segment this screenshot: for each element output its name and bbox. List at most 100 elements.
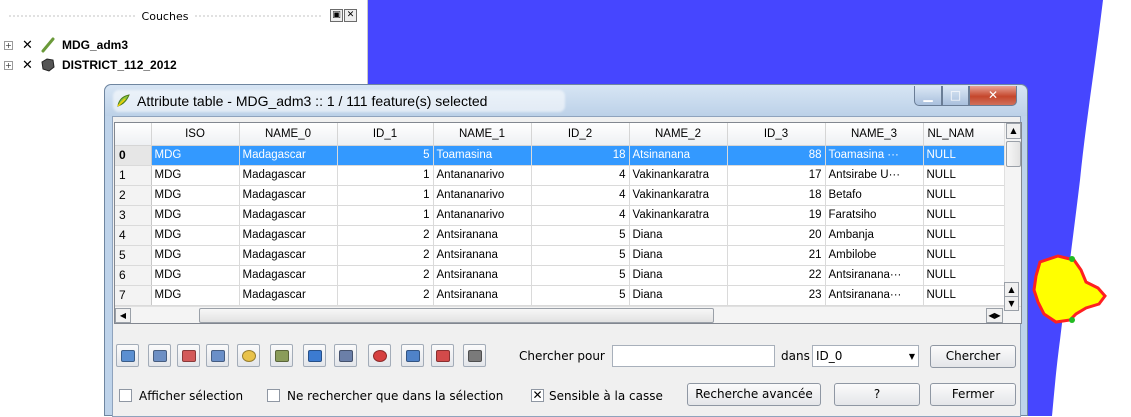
table-cell[interactable]: Diana [629, 265, 728, 286]
layer-item-district[interactable]: + ✕ DISTRICT_112_2012 [4, 56, 177, 74]
row-header[interactable]: 0 [115, 145, 152, 166]
new-column-button[interactable] [401, 344, 424, 367]
toggle-edit-button[interactable] [303, 344, 326, 367]
float-panel-button[interactable]: ▣ [330, 9, 343, 22]
table-cell[interactable]: 5 [531, 285, 630, 306]
corner-header[interactable] [115, 123, 152, 146]
scroll-leftright-icon[interactable]: ◀▶ [986, 308, 1003, 323]
table-cell[interactable]: 5 [337, 145, 434, 166]
column-header[interactable]: NAME_0 [239, 123, 338, 146]
table-cell[interactable]: Madagascar [239, 145, 338, 166]
table-cell[interactable]: 1 [337, 185, 434, 206]
table-cell[interactable]: 2 [337, 265, 434, 286]
search-button[interactable]: Chercher [930, 345, 1016, 368]
table-cell[interactable]: MDG [151, 245, 240, 266]
table-cell[interactable]: 23 [727, 285, 826, 306]
column-header[interactable]: ID_3 [727, 123, 826, 146]
table-cell[interactable]: 18 [727, 185, 826, 206]
table-cell[interactable]: MDG [151, 225, 240, 246]
table-cell[interactable]: 18 [531, 145, 630, 166]
table-cell[interactable]: NULL [923, 165, 1008, 186]
table-cell[interactable]: 2 [337, 225, 434, 246]
horizontal-scroll-thumb[interactable] [199, 308, 714, 323]
table-cell[interactable]: Madagascar [239, 185, 338, 206]
save-edits-button[interactable] [334, 344, 357, 367]
table-row[interactable]: 4 MDG Madagascar 2 Antsiranana 5 Diana 20 Ambanj… [115, 225, 1008, 246]
table-cell[interactable]: Betafo [825, 185, 924, 206]
table-row[interactable]: 5 MDG Madagascar 2 Antsiranana 5 Diana 21 Ambilo… [115, 245, 1008, 266]
search-input[interactable] [612, 345, 775, 367]
layer-item-mdg-adm3[interactable]: + ✕ MDG_adm3 [4, 36, 128, 54]
column-header[interactable]: NAME_2 [629, 123, 728, 146]
table-cell[interactable]: Antsiranana [433, 285, 532, 306]
close-button[interactable]: Fermer [930, 383, 1016, 406]
table-cell[interactable]: NULL [923, 245, 1008, 266]
expand-icon[interactable]: + [4, 60, 13, 70]
field-select[interactable]: ID_0 ▼ [812, 345, 919, 367]
table-cell[interactable]: Vakinankaratra [629, 185, 728, 206]
table-cell[interactable]: Antsiranana··· [825, 285, 924, 306]
table-cell[interactable]: Madagascar [239, 165, 338, 186]
table-row[interactable]: 2 MDG Madagascar 1 Antananarivo 4 Vakinankarat… [115, 185, 1008, 206]
table-cell[interactable]: 2 [337, 245, 434, 266]
table-cell[interactable]: Toamasina ··· [825, 145, 924, 166]
row-header[interactable]: 6 [115, 265, 152, 286]
layer-visibility-checkbox[interactable]: ✕ [21, 39, 34, 52]
scroll-left-icon[interactable]: ◀ [115, 308, 131, 323]
table-cell[interactable]: Antananarivo [433, 165, 532, 186]
close-panel-button[interactable]: ✕ [344, 9, 357, 22]
show-selected-checkbox[interactable] [119, 389, 132, 402]
table-cell[interactable]: Antsiranana··· [825, 265, 924, 286]
scroll-down-small-icon[interactable]: ▼ [1004, 296, 1019, 311]
table-cell[interactable]: 17 [727, 165, 826, 186]
column-header[interactable]: NAME_3 [825, 123, 924, 146]
table-cell[interactable]: NULL [923, 225, 1008, 246]
table-cell[interactable]: NULL [923, 185, 1008, 206]
table-cell[interactable]: Ambilobe [825, 245, 924, 266]
delete-selected-button[interactable] [368, 344, 391, 367]
table-cell[interactable]: Ambanja [825, 225, 924, 246]
table-cell[interactable]: 88 [727, 145, 826, 166]
table-cell[interactable]: NULL [923, 145, 1008, 166]
column-header[interactable]: ID_1 [337, 123, 434, 146]
table-cell[interactable]: Vakinankaratra [629, 205, 728, 226]
case-sensitive-checkbox[interactable]: ✕ [531, 389, 544, 402]
table-cell[interactable]: MDG [151, 205, 240, 226]
column-header[interactable]: NAME_1 [433, 123, 532, 146]
table-cell[interactable]: Antananarivo [433, 205, 532, 226]
table-cell[interactable]: MDG [151, 165, 240, 186]
horizontal-scrollbar[interactable]: ◀ ◀▶ [115, 306, 1021, 323]
invert-selection-button[interactable] [148, 344, 171, 367]
scroll-up-small-icon[interactable]: ▲ [1004, 282, 1019, 297]
row-header[interactable]: 3 [115, 205, 152, 226]
close-window-button[interactable]: ✕ [969, 86, 1017, 106]
expand-icon[interactable]: + [4, 40, 13, 50]
table-cell[interactable]: NULL [923, 205, 1008, 226]
table-cell[interactable]: 19 [727, 205, 826, 226]
layer-visibility-checkbox[interactable]: ✕ [21, 59, 34, 72]
field-calculator-button[interactable] [463, 344, 486, 367]
scroll-up-icon[interactable]: ▲ [1006, 123, 1021, 139]
table-cell[interactable]: 5 [531, 265, 630, 286]
table-cell[interactable]: 4 [531, 165, 630, 186]
table-cell[interactable]: Antsiranana [433, 225, 532, 246]
minimize-button[interactable]: ▁ [914, 86, 942, 106]
zoom-to-selection-button[interactable] [237, 344, 260, 367]
row-header[interactable]: 1 [115, 165, 152, 186]
table-cell[interactable]: Antsiranana [433, 265, 532, 286]
row-header[interactable]: 2 [115, 185, 152, 206]
table-row[interactable]: 1 MDG Madagascar 1 Antananarivo 4 Vakinankarat… [115, 165, 1008, 186]
table-cell[interactable]: Antsirabe U··· [825, 165, 924, 186]
table-button[interactable] [116, 344, 139, 367]
vertical-scroll-thumb[interactable] [1006, 141, 1021, 167]
table-cell[interactable]: Antananarivo [433, 185, 532, 206]
attribute-grid[interactable]: ISO NAME_0 ID_1 NAME_1 ID_2 NAME_2 ID_3 … [115, 123, 1008, 306]
table-cell[interactable]: 2 [337, 285, 434, 306]
table-cell[interactable]: Vakinankaratra [629, 165, 728, 186]
column-header[interactable]: NL_NAM [923, 123, 1008, 146]
table-cell[interactable]: MDG [151, 265, 240, 286]
row-header[interactable]: 4 [115, 225, 152, 246]
table-cell[interactable]: Diana [629, 245, 728, 266]
table-cell[interactable]: Madagascar [239, 245, 338, 266]
table-cell[interactable]: Madagascar [239, 205, 338, 226]
